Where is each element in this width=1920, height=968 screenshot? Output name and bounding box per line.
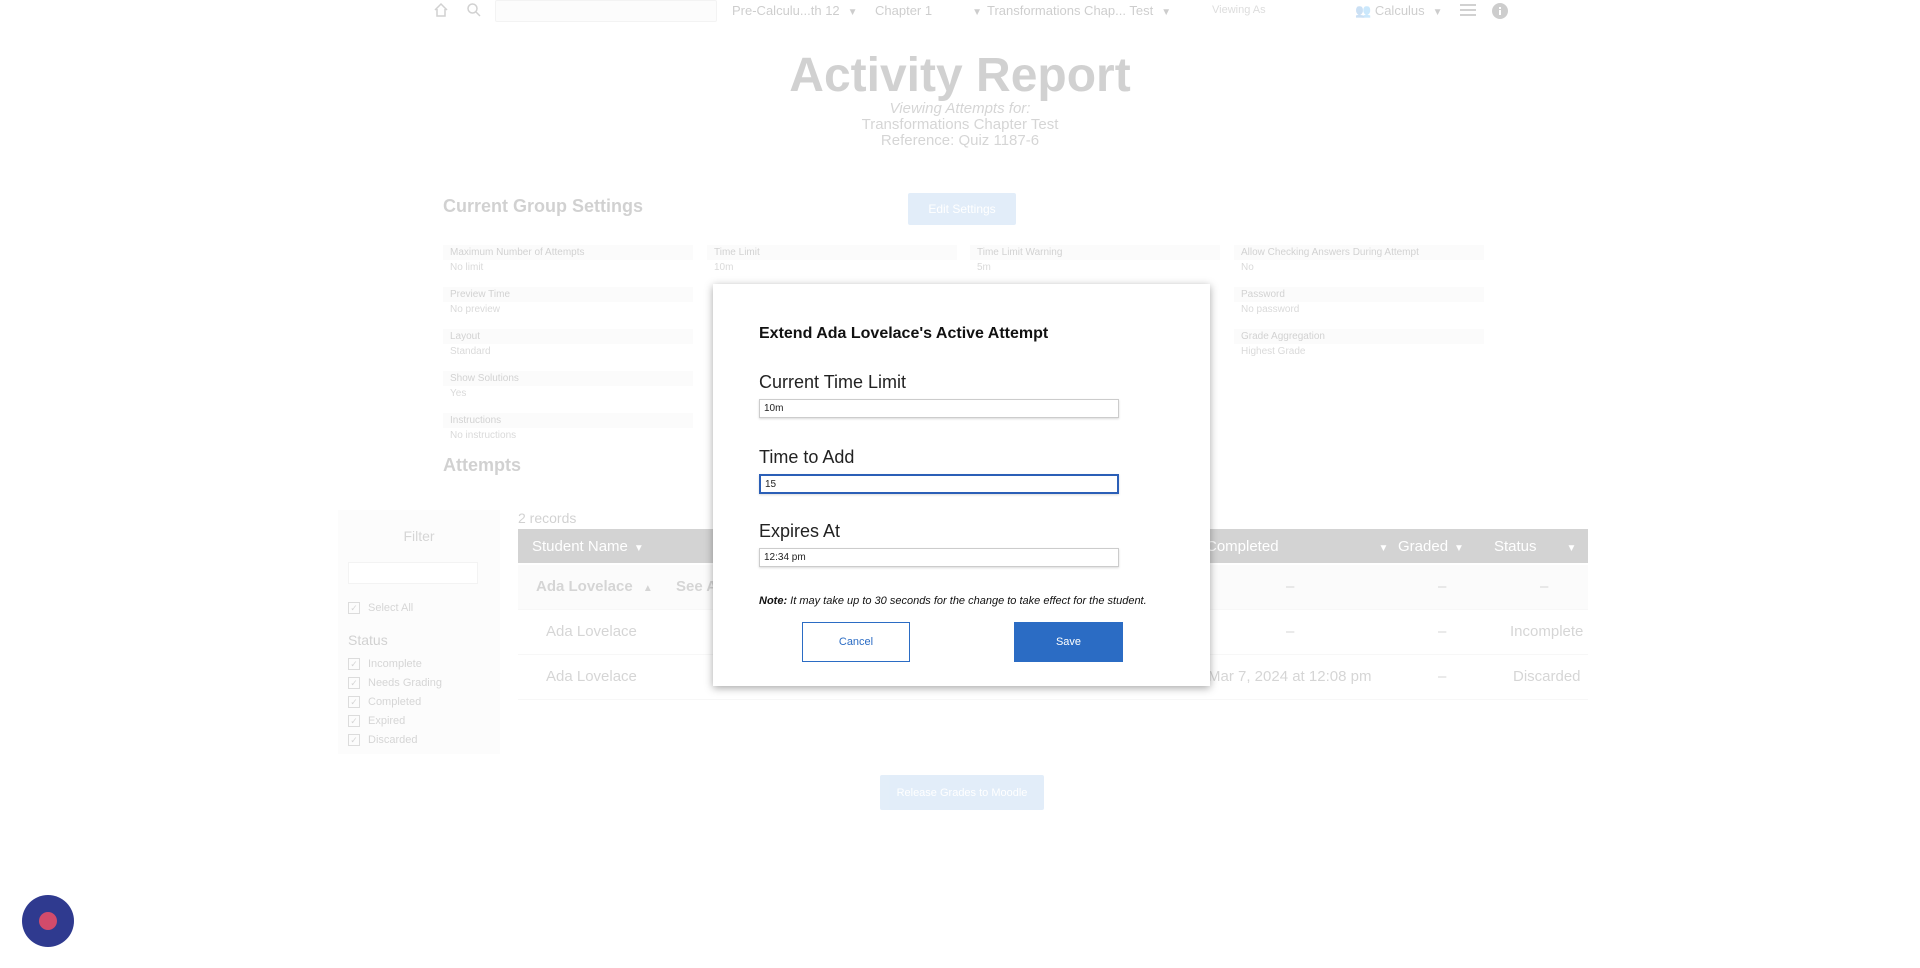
expires-at-label: Expires At [759,521,841,541]
extend-attempt-dialog: Extend Ada Lovelace's Active Attempt Cur… [713,284,1210,686]
dialog-title: Extend Ada Lovelace's Active Attempt [759,325,1049,342]
cancel-button[interactable]: Cancel [802,622,910,662]
chat-launcher-button[interactable] [22,895,74,947]
chat-icon [39,912,57,930]
save-button[interactable]: Save [1014,622,1123,662]
current-time-limit-input[interactable] [759,399,1119,418]
time-to-add-label: Time to Add [759,447,855,467]
time-to-add-input[interactable] [759,474,1119,494]
expires-at-input[interactable] [759,548,1119,567]
current-time-limit-label: Current Time Limit [759,372,907,392]
dialog-note: Note: It may take up to 30 seconds for t… [759,595,1147,607]
